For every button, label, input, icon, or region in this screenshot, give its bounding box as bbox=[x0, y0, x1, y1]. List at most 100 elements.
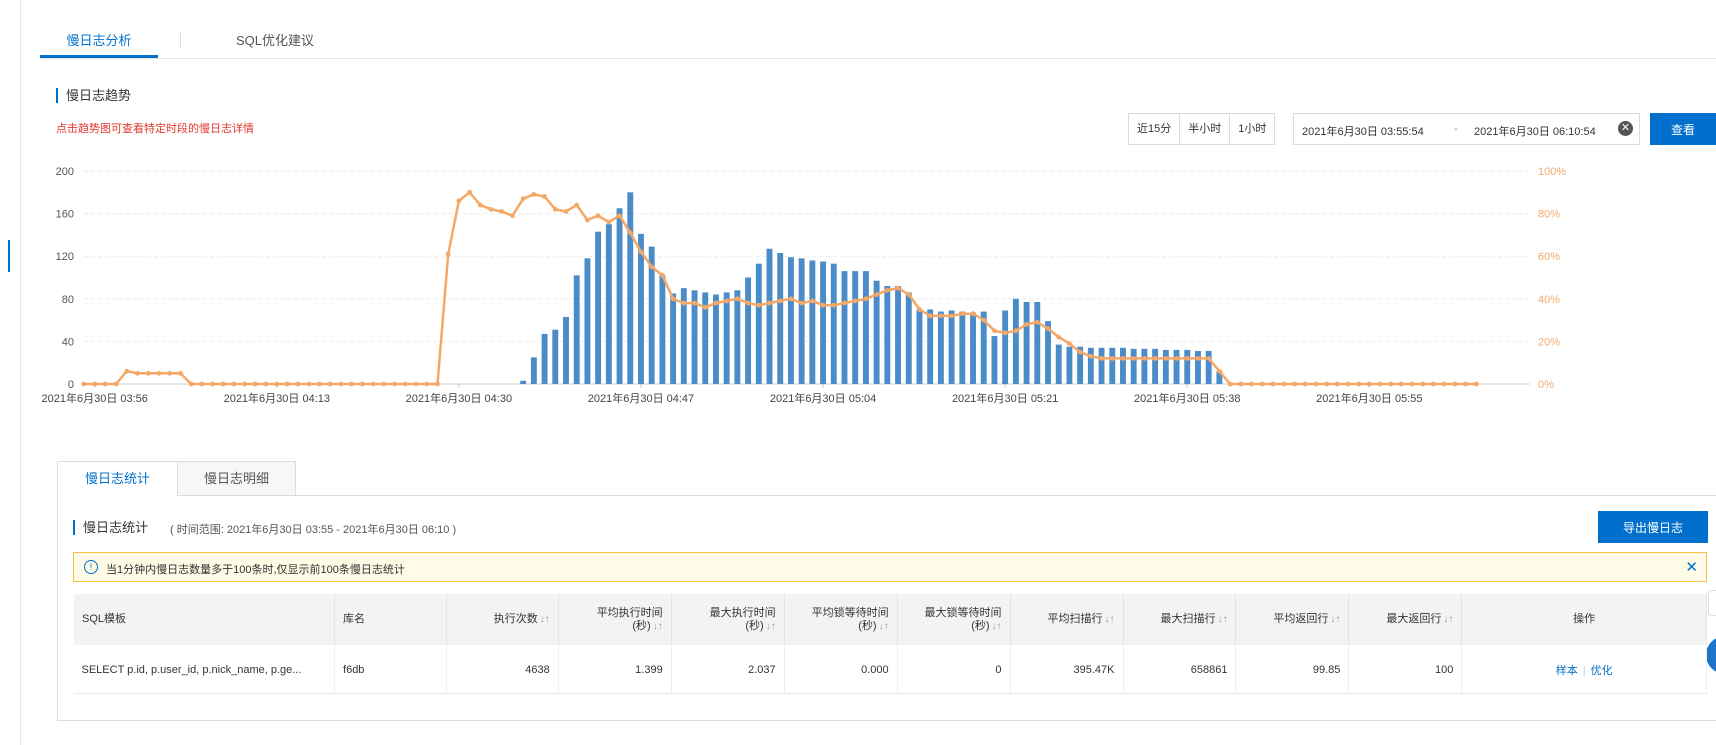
stats-time-range: ( 时间范围: 2021年6月30日 03:55 - 2021年6月30日 06… bbox=[170, 524, 457, 536]
range-30min-button[interactable]: 半小时 bbox=[1180, 114, 1231, 144]
line-point bbox=[1227, 381, 1233, 387]
bar bbox=[584, 258, 591, 384]
sort-icon[interactable]: ↓↑ bbox=[540, 614, 550, 625]
line-point bbox=[649, 264, 655, 270]
line-point bbox=[338, 381, 344, 387]
y2-tick-label: 80% bbox=[1538, 209, 1560, 221]
line-point bbox=[1067, 341, 1072, 346]
cell-avg-lock: 0.000 bbox=[784, 645, 898, 694]
line-point bbox=[874, 292, 880, 297]
tab-sql-optimization[interactable]: SQL优化建议 bbox=[220, 32, 330, 58]
col-exec-count[interactable]: 执行次数 ↓↑ bbox=[445, 593, 559, 646]
line-point bbox=[842, 300, 847, 306]
col-max-exec-time[interactable]: 最大执行时间 (秒) ↓↑ bbox=[670, 593, 785, 646]
col-max-lock-time[interactable]: 最大锁等待时间 (秒) ↓↑ bbox=[896, 593, 1011, 646]
col-avg-exec-time[interactable]: 平均执行时间 (秒) ↓↑ bbox=[557, 593, 672, 646]
y2-tick-label: 20% bbox=[1538, 336, 1560, 348]
sub-tabs: 慢日志统计 慢日志明细 bbox=[57, 461, 1716, 496]
line-point bbox=[895, 285, 901, 291]
line-point bbox=[1206, 356, 1212, 361]
line-point bbox=[370, 381, 376, 387]
sort-icon[interactable]: ↓↑ bbox=[1217, 614, 1227, 625]
line-point bbox=[263, 381, 269, 387]
bar bbox=[1109, 347, 1116, 384]
bar bbox=[734, 290, 741, 384]
bar bbox=[820, 261, 827, 384]
slow-log-trend-chart[interactable]: 0 40 80 120 160 200 0% 20% 40% 60% 80% 100% 2021年6月3… bbox=[0, 160, 1716, 420]
line-point bbox=[938, 313, 944, 319]
bar bbox=[1066, 346, 1073, 384]
bar bbox=[948, 310, 955, 384]
tab-divider bbox=[180, 32, 181, 48]
slow-log-stats-table: SQL模板 库名 执行次数 ↓↑ 平均执行时间 (秒) ↓↑ 最大执行时间 (秒) ↓… bbox=[72, 593, 1707, 694]
date-range-picker[interactable]: 2021年6月30日 03:55:54 - 2021年6月30日 06:10:5… bbox=[1293, 113, 1640, 145]
y2-tick-label: 60% bbox=[1538, 251, 1560, 263]
tab-slow-log-analysis[interactable]: 慢日志分析 bbox=[40, 32, 158, 58]
col-avg-lock-time[interactable]: 平均锁等待时间 (秒) ↓↑ bbox=[783, 593, 898, 646]
col-avg-scan-rows[interactable]: 平均扫描行 ↓↑ bbox=[1009, 593, 1124, 646]
col-avg-return-rows[interactable]: 平均返回行 ↓↑ bbox=[1235, 593, 1350, 646]
main-tabs: 慢日志分析 SQL优化建议 bbox=[40, 24, 1716, 59]
line-point bbox=[1377, 381, 1383, 387]
line-point bbox=[585, 217, 590, 223]
range-1hour-button[interactable]: 1小时 bbox=[1230, 114, 1275, 144]
bar bbox=[830, 263, 837, 384]
line-point bbox=[445, 251, 451, 257]
line-point bbox=[852, 298, 858, 304]
bar bbox=[884, 286, 891, 384]
line-point bbox=[1238, 381, 1244, 387]
y-tick-label: 40 bbox=[62, 336, 74, 348]
line-point bbox=[1088, 353, 1094, 359]
y-tick-label: 80 bbox=[62, 294, 74, 306]
export-slow-log-button[interactable]: 导出慢日志 bbox=[1598, 511, 1708, 543]
close-icon[interactable]: ✕ bbox=[1685, 558, 1698, 576]
sort-icon[interactable]: ↓↑ bbox=[879, 621, 889, 632]
line-point bbox=[713, 300, 719, 306]
line-point bbox=[981, 317, 987, 323]
line-point bbox=[1174, 356, 1179, 361]
sort-icon[interactable]: ↓↑ bbox=[1443, 614, 1453, 625]
line-point bbox=[1452, 381, 1458, 387]
line-point bbox=[1099, 356, 1104, 361]
cell-exec-count: 4638 bbox=[446, 645, 559, 694]
range-15min-button[interactable]: 近15分 bbox=[1129, 114, 1181, 144]
line-point bbox=[1334, 381, 1340, 387]
sort-icon[interactable]: ↓↑ bbox=[653, 621, 663, 632]
col-max-return-rows[interactable]: 最大返回行 ↓↑ bbox=[1348, 593, 1463, 646]
sort-icon[interactable]: ↓↑ bbox=[1105, 614, 1115, 625]
col-max-scan-rows[interactable]: 最大扫描行 ↓↑ bbox=[1122, 593, 1237, 646]
sort-icon[interactable]: ↓↑ bbox=[1330, 614, 1340, 625]
line-point bbox=[1302, 381, 1308, 387]
line-point bbox=[1431, 381, 1436, 387]
sort-icon[interactable]: ↓↑ bbox=[766, 621, 776, 632]
optimize-link[interactable]: 优化 bbox=[1591, 665, 1613, 677]
tab-slow-log-details[interactable]: 慢日志明细 bbox=[177, 461, 296, 496]
bar bbox=[723, 292, 730, 384]
sample-link[interactable]: 样本 bbox=[1556, 665, 1578, 677]
line-point bbox=[1249, 381, 1254, 387]
bar bbox=[1034, 301, 1041, 384]
line-point bbox=[360, 381, 365, 387]
bar bbox=[777, 253, 784, 384]
line-point bbox=[178, 370, 183, 376]
x-tick-label: 2021年6月30日 05:55 bbox=[1316, 391, 1422, 405]
bar bbox=[798, 258, 805, 384]
sort-icon[interactable]: ↓↑ bbox=[992, 621, 1002, 632]
bar bbox=[552, 329, 559, 384]
x-tick-label: 2021年6月30日 03:56 bbox=[42, 391, 148, 405]
cell-max-return: 100 bbox=[1348, 645, 1463, 694]
line-point bbox=[167, 370, 173, 376]
tab-slow-log-stats[interactable]: 慢日志统计 bbox=[57, 461, 178, 496]
line-point bbox=[1131, 356, 1137, 361]
bar bbox=[1055, 344, 1062, 384]
line-point bbox=[884, 287, 890, 293]
line-point bbox=[392, 381, 398, 387]
line-point bbox=[1045, 326, 1051, 332]
bar bbox=[1087, 347, 1094, 384]
line-point bbox=[1281, 381, 1287, 387]
bar bbox=[841, 271, 848, 384]
end-date[interactable]: 2021年6月30日 06:10:54 bbox=[1474, 123, 1596, 139]
query-button[interactable]: 查看 bbox=[1650, 113, 1716, 145]
start-date[interactable]: 2021年6月30日 03:55:54 bbox=[1302, 123, 1424, 139]
clear-icon[interactable]: ✕ bbox=[1618, 121, 1633, 136]
